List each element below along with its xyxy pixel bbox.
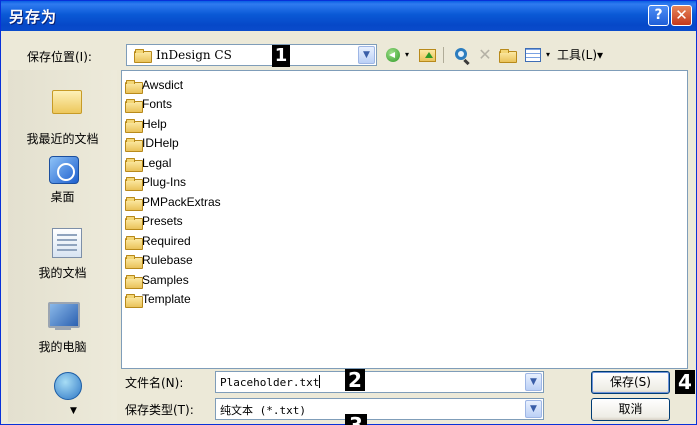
callout-marker-1: 1 [272, 45, 290, 67]
place-label: 我的文档 [38, 266, 87, 280]
back-arrow-icon [386, 48, 400, 62]
recent-documents-icon [52, 90, 82, 114]
back-button[interactable] [385, 44, 401, 66]
my-computer-icon [46, 302, 80, 332]
views-icon [525, 48, 541, 62]
up-folder-icon [418, 49, 436, 62]
folder-icon [125, 80, 143, 94]
folder-icon [125, 255, 143, 269]
views-caret[interactable]: ▾ [544, 44, 552, 66]
folder-icon [125, 158, 143, 172]
folder-icon [125, 216, 143, 230]
filetype-label: 保存类型(T): [125, 403, 194, 417]
callout-marker-2: 2 [345, 369, 365, 391]
place-label: 桌面 [50, 190, 75, 204]
search-icon [455, 48, 467, 60]
title-bar[interactable]: 另存为 ? ✕ [1, 1, 696, 31]
tools-menu[interactable]: 工具(L)▾ [557, 44, 637, 66]
toolbar: ▾ ✕ ▾ 工具(L)▾ [385, 44, 685, 66]
filename-value: Placeholder.txt [220, 376, 320, 389]
back-history-caret[interactable]: ▾ [403, 44, 411, 66]
chevron-down-icon[interactable]: ▼ [525, 400, 542, 418]
file-list[interactable]: Awsdict Fonts Help IDHelp Legal Plug-Ins… [121, 70, 688, 369]
save-button[interactable]: 保存(S) [591, 371, 670, 394]
delete-button[interactable]: ✕ [475, 44, 495, 66]
toolbar-divider [443, 47, 444, 63]
folder-icon [125, 197, 143, 211]
folder-icon [134, 49, 152, 63]
my-documents-icon [52, 228, 82, 258]
callout-marker-4: 4 [675, 370, 695, 394]
place-my-computer[interactable]: 我的电脑 [8, 298, 117, 358]
close-button[interactable]: ✕ [671, 5, 692, 26]
new-folder-button[interactable] [497, 44, 517, 66]
filename-label: 文件名(N): [125, 376, 184, 390]
dialog-title: 另存为 [9, 8, 58, 26]
search-web-button[interactable] [451, 44, 471, 66]
place-desktop[interactable]: 桌面 [8, 154, 117, 210]
scroll-down-icon[interactable]: ▼ [70, 406, 77, 416]
filename-input[interactable]: Placeholder.txt ▼ [215, 371, 544, 393]
help-button[interactable]: ? [648, 5, 669, 26]
callout-marker-3: 3 [345, 414, 367, 425]
place-my-documents[interactable]: 我的文档 [8, 224, 117, 284]
folder-icon [125, 275, 143, 289]
save-in-dropdown[interactable]: InDesign CS ▼ [126, 44, 377, 66]
text-cursor [319, 375, 321, 388]
place-label: 我的电脑 [38, 340, 87, 354]
new-folder-icon [499, 49, 517, 63]
save-as-dialog: 另存为 ? ✕ 保存位置(I): InDesign CS ▼ 1 ▾ ✕ ▾ 工… [0, 0, 697, 425]
place-network[interactable] [8, 368, 117, 404]
folder-icon [125, 99, 143, 113]
desktop-icon [49, 156, 79, 184]
up-one-level-button[interactable] [417, 44, 437, 66]
folder-icon [125, 294, 143, 308]
folder-icon [125, 177, 143, 191]
place-label: 我最近的文档 [26, 132, 99, 146]
folder-icon [125, 138, 143, 152]
folder-icon [125, 236, 143, 250]
place-recent-documents[interactable]: 我最近的文档 [8, 84, 117, 146]
chevron-down-icon[interactable]: ▼ [525, 373, 542, 391]
chevron-down-icon[interactable]: ▼ [358, 46, 375, 64]
network-places-icon [54, 372, 82, 400]
filetype-value: 纯文本 (*.txt) [220, 404, 306, 417]
places-bar: 我最近的文档 桌面 我的文档 我的电脑 ▼ [8, 70, 117, 422]
filetype-dropdown[interactable]: 纯文本 (*.txt) ▼ [215, 398, 544, 420]
folder-icon [125, 119, 143, 133]
save-in-value: InDesign CS [156, 48, 232, 62]
save-in-label: 保存位置(I): [27, 50, 92, 64]
views-menu-button[interactable] [522, 44, 544, 66]
cancel-button[interactable]: 取消 [591, 398, 670, 421]
